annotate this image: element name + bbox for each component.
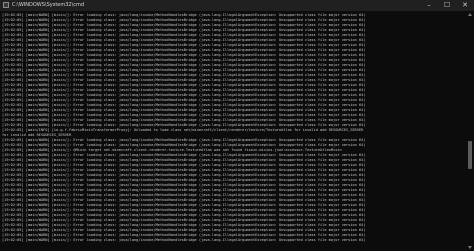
minimize-button[interactable]: – [420,0,438,11]
console-window: C:\WINDOWS\System32\cmd – ☐ ✕ [19:02:05]… [0,0,474,251]
scroll-up-arrow-icon[interactable] [468,13,472,16]
window-title: C:\WINDOWS\System32\cmd [12,2,85,8]
close-button[interactable]: ✕ [456,0,474,11]
scroll-down-arrow-icon[interactable] [468,246,472,249]
vertical-scrollbar[interactable] [466,11,474,251]
title-bar[interactable]: C:\WINDOWS\System32\cmd – ☐ ✕ [0,0,474,11]
terminal-icon [3,2,9,8]
window-controls: – ☐ ✕ [420,0,474,11]
maximize-button[interactable]: ☐ [438,0,456,11]
console-line: [19:02:05] [main/WARN] [mixin/]: Error l… [2,238,366,242]
scrollbar-thumb[interactable] [468,141,472,169]
console-output[interactable]: [19:02:05] [main/WARN] [mixin/]: Error l… [2,13,462,249]
